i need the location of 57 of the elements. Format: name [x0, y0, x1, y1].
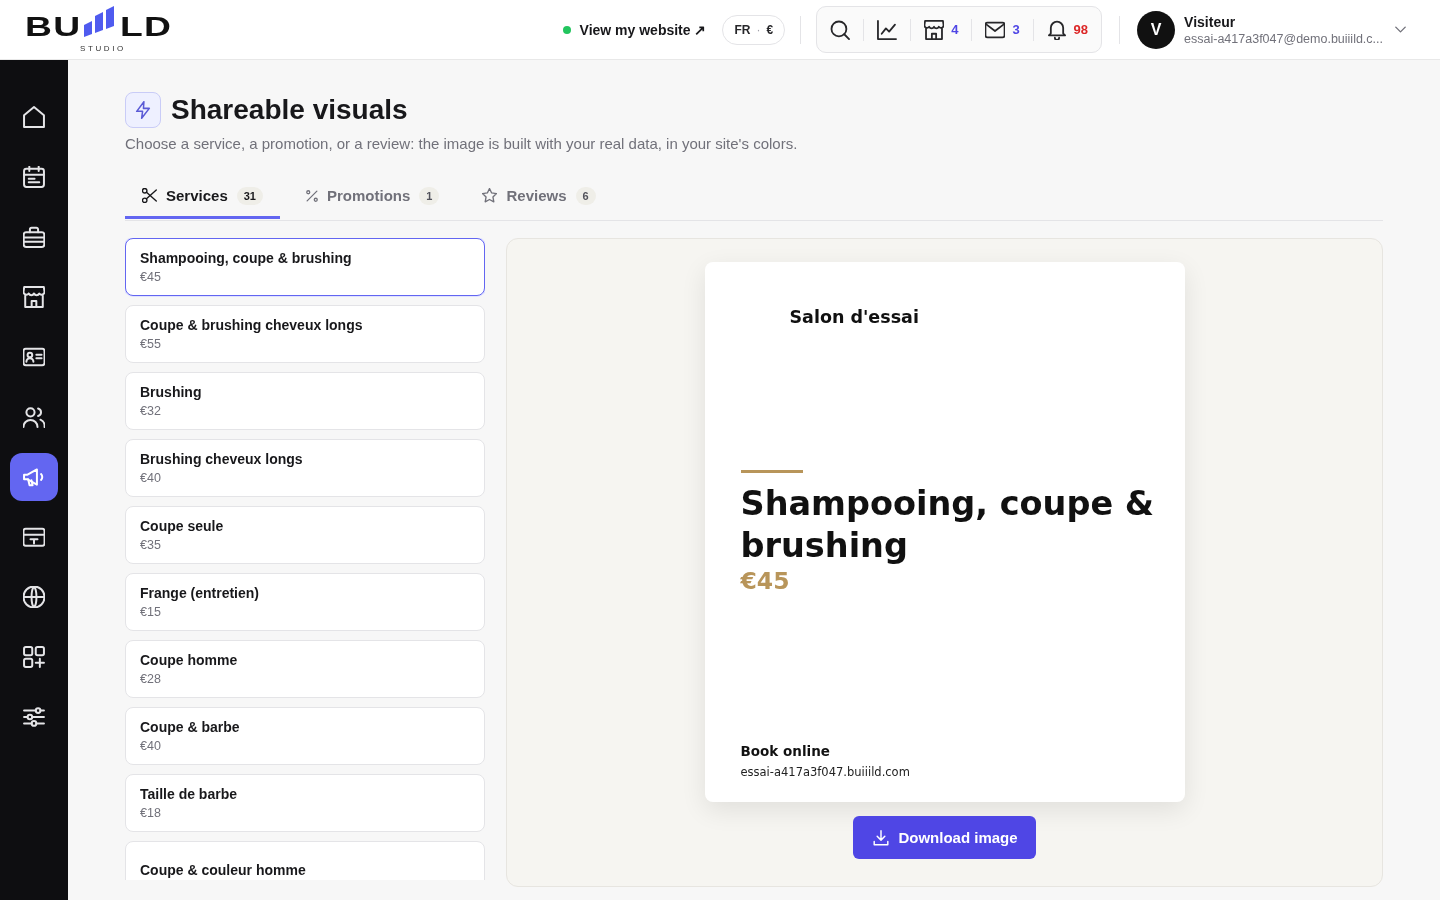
store-button[interactable]: 4: [911, 13, 972, 46]
service-item[interactable]: Coupe & brushing cheveux longs €55: [125, 305, 485, 363]
bars-logo-icon: [84, 6, 115, 37]
users-icon: [23, 406, 45, 428]
storefront-icon: [23, 286, 45, 308]
page-title: Shareable visuals: [171, 93, 408, 127]
apps-plus-icon: [23, 646, 45, 668]
logo-text: BU: [25, 16, 82, 38]
search-icon: [830, 19, 851, 40]
logo-tagline: STUDIO: [80, 44, 127, 53]
globe-icon: [23, 586, 45, 608]
status-dot-icon: [562, 25, 571, 34]
lightning-icon: [125, 92, 161, 128]
calendar-icon: [23, 166, 45, 188]
visual-title: Shampooing, coupe & brushing: [740, 483, 1155, 567]
service-item[interactable]: Coupe & barbe €40: [125, 707, 485, 765]
bell-icon: [1046, 19, 1067, 40]
card-icon: [23, 526, 45, 548]
page-subtitle: Choose a service, a promotion, or a review: the image is built with your real data, in your site's colors.: [125, 135, 799, 153]
megaphone-icon: [23, 466, 45, 488]
service-item[interactable]: Brushing cheveux longs €40: [125, 439, 485, 497]
website-url: essai-a417a3f047.buiiild.com: [740, 764, 910, 780]
service-item[interactable]: Coupe seule €35: [125, 506, 485, 564]
star-icon: [482, 188, 498, 203]
logo-text: LD: [120, 16, 173, 38]
home-icon: [23, 106, 45, 128]
service-item[interactable]: Brushing €32: [125, 372, 485, 430]
service-item[interactable]: Taille de barbe €18: [125, 774, 485, 832]
view-website-link[interactable]: View my website ↗: [579, 21, 707, 38]
scissors-icon: [142, 188, 157, 203]
service-item[interactable]: Coupe & couleur homme: [125, 841, 485, 880]
tab[interactable]: Reviews 6: [465, 175, 613, 219]
notifications-button[interactable]: 98: [1033, 13, 1102, 46]
mail-icon: [985, 19, 1006, 40]
tab[interactable]: Promotions 1: [289, 175, 457, 219]
user-email: essai-a417a3f047@demo.buiiild.c...: [1184, 31, 1383, 46]
percent-icon: [306, 189, 318, 202]
sidebar-item[interactable]: [10, 453, 58, 501]
messages-button[interactable]: 3: [972, 13, 1033, 46]
briefcase-icon: [23, 226, 45, 248]
chevron-down-icon[interactable]: [1395, 24, 1406, 35]
service-item[interactable]: Shampooing, coupe & brushing €45: [125, 238, 485, 296]
user-name: Visiteur: [1184, 13, 1237, 30]
salon-name: Salon d'essai: [789, 307, 919, 328]
accent-line: [740, 470, 803, 473]
service-item[interactable]: Coupe homme €28: [125, 640, 485, 698]
service-item[interactable]: Frange (entretien) €15: [125, 573, 485, 631]
visual-price: €45: [740, 567, 790, 595]
contact-card-icon: [23, 346, 45, 368]
download-icon: [873, 829, 890, 846]
tab[interactable]: Services 31: [125, 175, 280, 219]
download-button[interactable]: Download image: [853, 816, 1036, 859]
cta-text: Book online: [740, 742, 830, 760]
storefront-icon: [924, 19, 945, 40]
line-chart-icon: [877, 19, 898, 40]
sliders-icon: [23, 706, 45, 728]
user-avatar: V: [1137, 10, 1176, 49]
